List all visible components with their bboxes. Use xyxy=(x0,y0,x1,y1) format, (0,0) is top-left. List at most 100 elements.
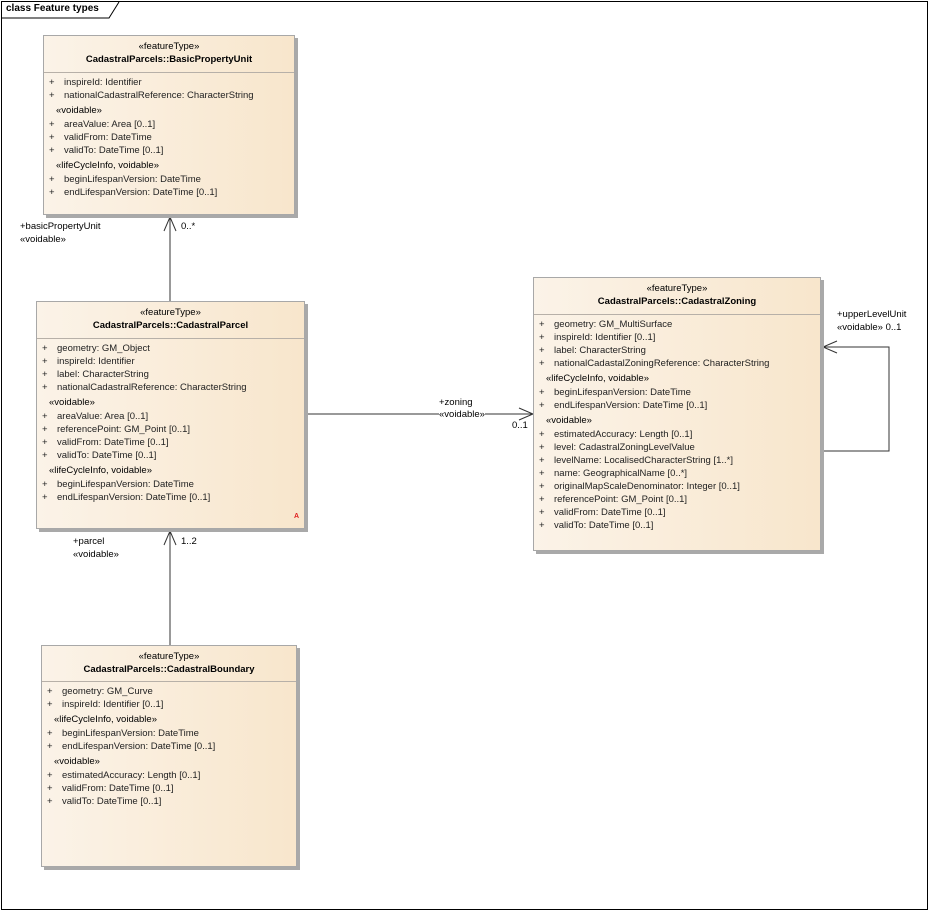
attribute-row: + beginLifespanVersion: DateTime xyxy=(42,727,296,740)
attribute-text: referencePoint: GM_Point [0..1] xyxy=(554,494,688,505)
attribute-row: + geometry: GM_MultiSurface xyxy=(534,318,820,331)
attribute-row: + name: GeographicalName [0..*] xyxy=(534,467,820,480)
visibility-marker: + xyxy=(42,424,48,435)
attribute-text: areaValue: Area [0..1] xyxy=(64,119,156,130)
attribute-row: + levelName: LocalisedCharacterString [1.… xyxy=(534,454,820,467)
attribute-group-label: «voidable» xyxy=(54,756,100,767)
attribute-text: validTo: DateTime [0..1] xyxy=(62,796,162,807)
visibility-marker: + xyxy=(49,77,55,88)
parcel-stereotype-label: «voidable» xyxy=(73,549,119,560)
attribute-row: + validTo: DateTime [0..1] xyxy=(534,519,820,532)
attribute-text: validTo: DateTime [0..1] xyxy=(554,520,654,531)
attribute-row: + endLifespanVersion: DateTime [0..1] xyxy=(37,491,304,504)
attribute-row: + validFrom: DateTime xyxy=(44,131,294,144)
assoc-parcel-to-zoning[interactable] xyxy=(305,407,535,421)
attribute-row: + geometry: GM_Curve xyxy=(42,685,296,698)
class-stereotype: «featureType» xyxy=(138,651,200,662)
attribute-group-label: «lifeCycleInfo, voidable» xyxy=(546,373,649,384)
visibility-marker: + xyxy=(539,468,545,479)
class-cadastral-zoning[interactable]: «featureType» CadastralParcels::Cadastra… xyxy=(533,277,821,551)
attribute-row: + referencePoint: GM_Point [0..1] xyxy=(534,493,820,506)
attribute-text: estimatedAccuracy: Length [0..1] xyxy=(554,429,693,440)
attribute-text: validFrom: DateTime [0..1] xyxy=(554,507,666,518)
visibility-marker: + xyxy=(539,494,545,505)
class-header: «featureType» CadastralParcels::BasicPro… xyxy=(44,36,294,73)
attribute-text: beginLifespanVersion: DateTime xyxy=(57,479,194,490)
attribute-compartment: + geometry: GM_Object + inspireId: Identif… xyxy=(37,339,304,504)
attribute-text: geometry: GM_MultiSurface xyxy=(554,319,673,330)
attribute-text: nationalCadastralReference: CharacterStr… xyxy=(57,382,247,393)
attribute-row: + validFrom: DateTime [0..1] xyxy=(42,782,296,795)
visibility-marker: + xyxy=(49,90,55,101)
visibility-marker: + xyxy=(49,119,55,130)
attribute-compartment: + geometry: GM_MultiSurface + inspireId: I… xyxy=(534,315,820,532)
assoc-zoning-self[interactable] xyxy=(821,340,890,452)
attribute-compartment: + inspireId: Identifier + nationalCadastra… xyxy=(44,73,294,199)
visibility-marker: + xyxy=(49,174,55,185)
bpu-stereotype-label: «voidable» xyxy=(20,234,66,245)
class-cadastral-boundary[interactable]: «featureType» CadastralParcels::Cadastra… xyxy=(41,645,297,867)
attribute-text: geometry: GM_Curve xyxy=(62,686,153,697)
attribute-text: originalMapScaleDenominator: Integer [0.… xyxy=(554,481,740,492)
attribute-text: label: CharacterString xyxy=(57,369,149,380)
attribute-text: validFrom: DateTime [0..1] xyxy=(57,437,169,448)
visibility-marker: + xyxy=(47,770,53,781)
attribute-row: + nationalCadastralReference: CharacterSt… xyxy=(37,381,304,394)
attribute-row: + validTo: DateTime [0..1] xyxy=(42,795,296,808)
parcel-multiplicity: 1..2 xyxy=(181,536,197,547)
class-name: CadastralParcels::CadastralZoning xyxy=(597,296,757,307)
class-basic-property-unit[interactable]: «featureType» CadastralParcels::BasicPro… xyxy=(43,35,295,215)
visibility-marker: + xyxy=(47,699,53,710)
visibility-marker: + xyxy=(539,455,545,466)
visibility-marker: + xyxy=(47,796,53,807)
attribute-row: + geometry: GM_Object xyxy=(37,342,304,355)
attribute-text: inspireId: Identifier xyxy=(57,356,135,367)
attribute-text: name: GeographicalName [0..*] xyxy=(554,468,688,479)
class-cadastral-parcel[interactable]: «featureType» CadastralParcels::Cadastra… xyxy=(36,301,305,529)
class-name: CadastralParcels::CadastralBoundary xyxy=(83,664,255,675)
assoc-parcel-to-bpu[interactable] xyxy=(163,215,177,301)
attribute-row: + endLifespanVersion: DateTime [0..1] xyxy=(44,186,294,199)
attribute-row: + validTo: DateTime [0..1] xyxy=(44,144,294,157)
class-header: «featureType» CadastralParcels::Cadastra… xyxy=(534,278,820,315)
visibility-marker: + xyxy=(539,358,545,369)
attribute-row: + label: CharacterString xyxy=(534,344,820,357)
attribute-text: endLifespanVersion: DateTime [0..1] xyxy=(62,741,216,752)
attribute-text: endLifespanVersion: DateTime [0..1] xyxy=(554,400,708,411)
visibility-marker: + xyxy=(42,411,48,422)
visibility-marker: + xyxy=(42,369,48,380)
attribute-row: + inspireId: Identifier xyxy=(44,76,294,89)
class-name: CadastralParcels::BasicPropertyUnit xyxy=(85,54,253,65)
attribute-text: levelName: LocalisedCharacterString [1..… xyxy=(554,455,734,466)
visibility-marker: + xyxy=(42,450,48,461)
attribute-row: + endLifespanVersion: DateTime [0..1] xyxy=(534,399,820,412)
attribute-text: beginLifespanVersion: DateTime xyxy=(554,387,691,398)
visibility-marker: + xyxy=(42,492,48,503)
assoc-boundary-to-parcel[interactable] xyxy=(163,529,177,645)
attribute-row: + nationalCadastalZoningReference: Charac… xyxy=(534,357,820,370)
attribute-group-label: «voidable» xyxy=(56,105,102,116)
visibility-marker: + xyxy=(539,507,545,518)
attribute-group-label: «voidable» xyxy=(49,397,95,408)
attribute-row: + beginLifespanVersion: DateTime xyxy=(37,478,304,491)
visibility-marker: + xyxy=(47,783,53,794)
attribute-row: + areaValue: Area [0..1] xyxy=(37,410,304,423)
attribute-row: + validFrom: DateTime [0..1] xyxy=(37,436,304,449)
upper-role-label: +upperLevelUnit xyxy=(837,309,907,320)
visibility-marker: + xyxy=(539,481,545,492)
attribute-text: beginLifespanVersion: DateTime xyxy=(64,174,201,185)
attribute-text: validTo: DateTime [0..1] xyxy=(64,145,164,156)
attribute-text: referencePoint: GM_Point [0..1] xyxy=(57,424,191,435)
visibility-marker: + xyxy=(539,429,545,440)
visibility-marker: + xyxy=(42,382,48,393)
visibility-marker: + xyxy=(539,387,545,398)
attribute-row: + areaValue: Area [0..1] xyxy=(44,118,294,131)
attribute-group-label: «lifeCycleInfo, voidable» xyxy=(49,465,152,476)
visibility-marker: + xyxy=(49,187,55,198)
attribute-row: + beginLifespanVersion: DateTime xyxy=(534,386,820,399)
attribute-compartment: + geometry: GM_Curve + inspireId: Identifi… xyxy=(42,682,296,808)
attribute-row: + validFrom: DateTime [0..1] xyxy=(534,506,820,519)
visibility-marker: + xyxy=(42,343,48,354)
attribute-text: inspireId: Identifier [0..1] xyxy=(554,332,656,343)
zoning-multiplicity: 0..1 xyxy=(512,420,528,431)
